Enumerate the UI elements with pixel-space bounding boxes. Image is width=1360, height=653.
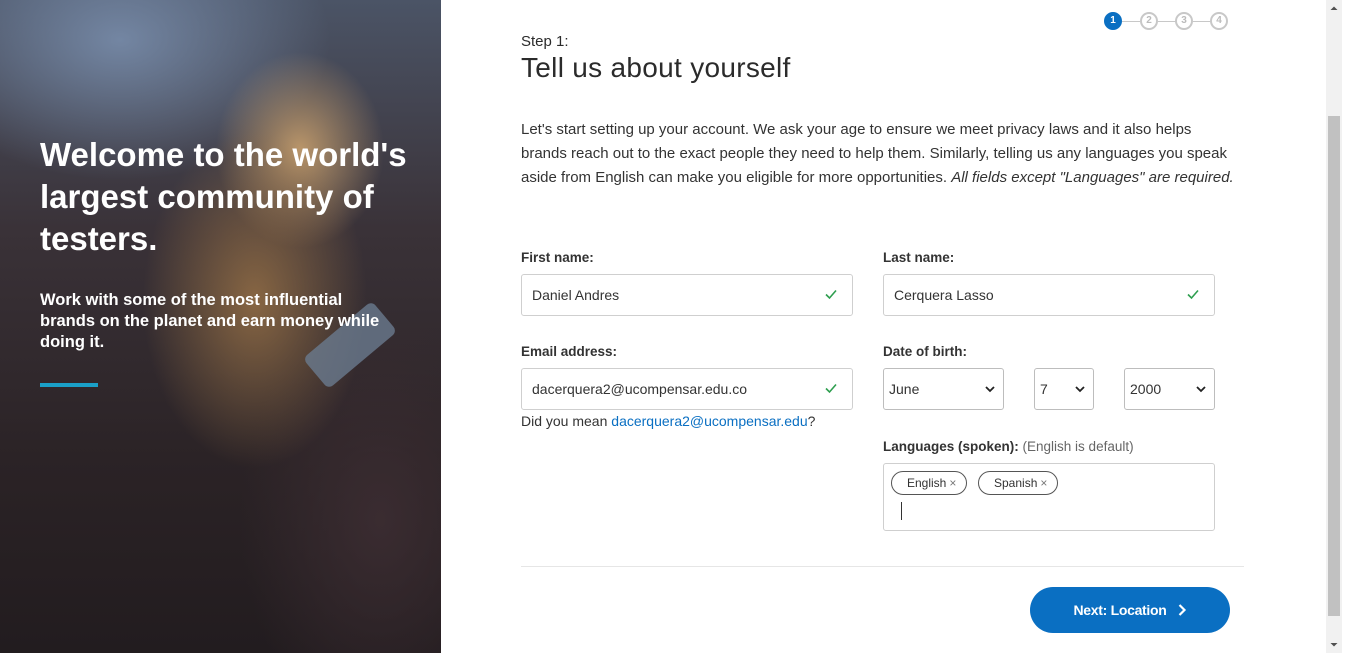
email-hint-prefix: Did you mean bbox=[521, 413, 612, 429]
step-4: 4 bbox=[1210, 12, 1228, 30]
step-2: 2 bbox=[1140, 12, 1158, 30]
hero-accent-bar bbox=[40, 383, 98, 387]
next-button-label: Next: Location bbox=[1073, 602, 1167, 618]
dob-year-value: 2000 bbox=[1130, 381, 1162, 397]
dob-year-select[interactable]: 2000 bbox=[1124, 368, 1215, 410]
step-1: 1 bbox=[1104, 12, 1122, 30]
language-tag-label: Spanish bbox=[994, 476, 1038, 490]
languages-label-text: Languages (spoken): bbox=[883, 439, 1019, 454]
step-connector bbox=[1193, 21, 1211, 22]
next-location-button[interactable]: Next: Location bbox=[1030, 587, 1230, 633]
email-suggestion: Did you mean dacerquera2@ucompensar.edu? bbox=[521, 413, 815, 429]
chevron-down-icon bbox=[985, 386, 995, 393]
last-name-label: Last name: bbox=[883, 250, 955, 265]
email-field[interactable] bbox=[521, 368, 853, 410]
hero-heading: Welcome to the world's largest community… bbox=[40, 136, 407, 257]
dob-label: Date of birth: bbox=[883, 344, 967, 359]
dob-month-select[interactable]: June bbox=[883, 368, 1004, 410]
hero-subheading: Work with some of the most influential b… bbox=[40, 291, 380, 351]
chevron-down-icon bbox=[1196, 386, 1206, 393]
intro-text: Let's start setting up your account. We … bbox=[521, 118, 1236, 190]
intro-emphasis: All fields except "Languages" are requir… bbox=[951, 169, 1234, 186]
hero-panel: Welcome to the world's largest community… bbox=[0, 0, 441, 653]
first-name-input[interactable] bbox=[532, 287, 813, 303]
language-tag-label: English bbox=[907, 476, 947, 490]
step-label: Step 1: bbox=[521, 33, 569, 50]
email-input[interactable] bbox=[532, 381, 813, 397]
first-name-field[interactable] bbox=[521, 274, 853, 316]
language-tag: Spanish × bbox=[978, 471, 1059, 495]
email-label: Email address: bbox=[521, 344, 618, 359]
dob-day-value: 7 bbox=[1040, 381, 1048, 397]
check-icon bbox=[825, 383, 837, 394]
step-connector bbox=[1158, 21, 1176, 22]
check-icon bbox=[1187, 289, 1199, 300]
step-3: 3 bbox=[1175, 12, 1193, 30]
last-name-field[interactable] bbox=[883, 274, 1215, 316]
language-tag: English × bbox=[891, 471, 968, 495]
page-title: Tell us about yourself bbox=[521, 52, 791, 83]
dob-month-value: June bbox=[889, 381, 920, 397]
scrollbar[interactable] bbox=[1326, 0, 1342, 653]
email-hint-suffix: ? bbox=[807, 413, 816, 429]
scrollbar-thumb[interactable] bbox=[1328, 116, 1340, 616]
text-caret bbox=[901, 502, 902, 520]
step-connector bbox=[1122, 21, 1140, 22]
last-name-input[interactable] bbox=[894, 287, 1175, 303]
scroll-up-icon[interactable] bbox=[1326, 0, 1342, 17]
divider bbox=[521, 566, 1244, 567]
remove-tag-icon[interactable]: × bbox=[1040, 476, 1047, 490]
chevron-down-icon bbox=[1075, 386, 1085, 393]
email-suggestion-link[interactable]: dacerquera2@ucompensar.edu bbox=[611, 413, 807, 429]
check-icon bbox=[825, 289, 837, 300]
scroll-down-icon[interactable] bbox=[1326, 636, 1342, 653]
chevron-right-icon bbox=[1178, 604, 1186, 616]
languages-input[interactable]: English × Spanish × bbox=[883, 463, 1215, 531]
remove-tag-icon[interactable]: × bbox=[949, 476, 956, 490]
languages-label: Languages (spoken): (English is default) bbox=[883, 439, 1134, 454]
dob-day-select[interactable]: 7 bbox=[1034, 368, 1094, 410]
first-name-label: First name: bbox=[521, 250, 594, 265]
languages-note: (English is default) bbox=[1022, 439, 1134, 454]
